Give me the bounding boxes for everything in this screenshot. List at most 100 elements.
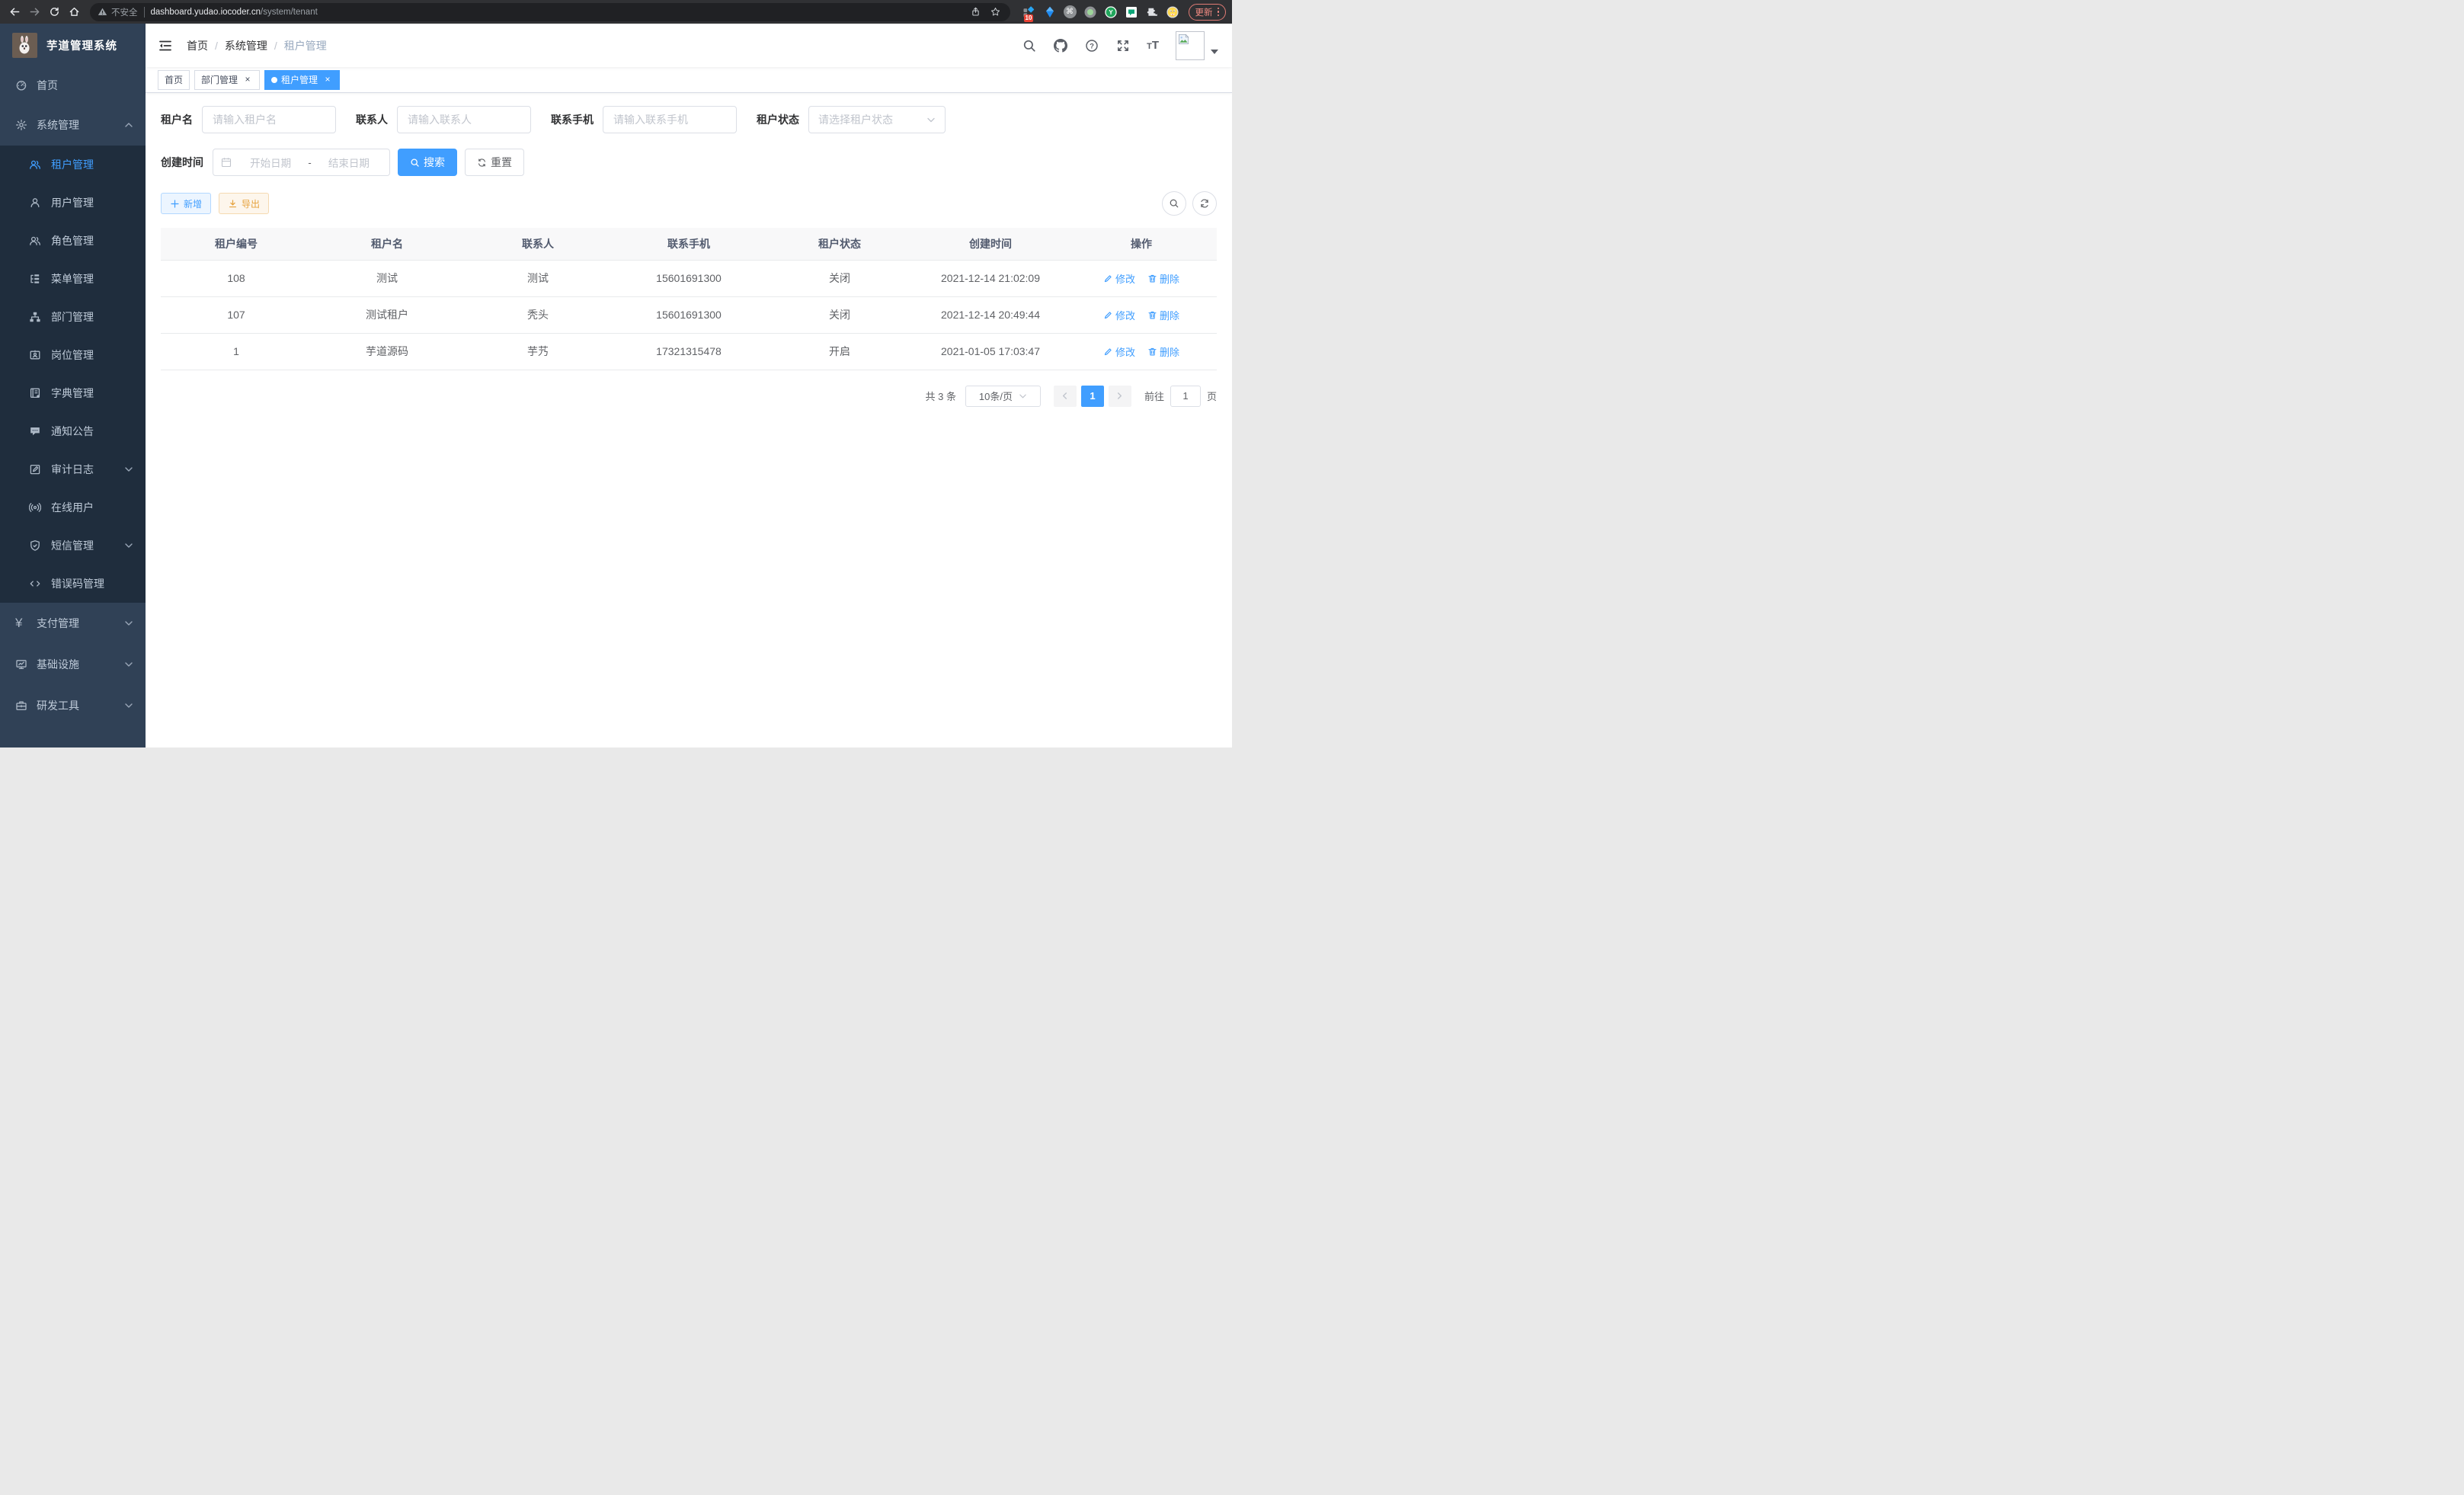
col-tenant-id: 租户编号 — [161, 228, 312, 260]
topbar: 首页 / 系统管理 / 租户管理 ? TT — [146, 24, 1232, 67]
browser-menu-icon[interactable] — [1218, 8, 1220, 17]
col-contact: 联系人 — [462, 228, 613, 260]
end-date-placeholder: 结束日期 — [316, 155, 382, 170]
close-icon[interactable]: × — [242, 75, 253, 85]
sidebar-group-infrastructure[interactable]: 基础设施 — [0, 644, 146, 685]
back-icon[interactable] — [6, 4, 23, 21]
y-extension-icon[interactable]: Y — [1104, 5, 1118, 19]
address-bar[interactable]: 不安全 dashboard.yudao.iocoder.cn /system/t… — [90, 3, 1010, 21]
forward-icon[interactable] — [26, 4, 43, 21]
sidebar: 芋道管理系统 首页 系统管理 租户管理 用户管理 — [0, 24, 146, 748]
help-icon[interactable]: ? — [1084, 38, 1099, 53]
kite-extension-icon[interactable] — [1043, 5, 1057, 19]
delete-link[interactable]: 删除 — [1147, 344, 1179, 359]
sidebar-item-dept-management[interactable]: 部门管理 — [0, 298, 146, 336]
page-number-current[interactable]: 1 — [1081, 386, 1104, 407]
page-size-select[interactable]: 10条/页 — [965, 386, 1041, 407]
sidebar-item-user-management[interactable]: 用户管理 — [0, 184, 146, 222]
date-range-picker[interactable]: 开始日期 - 结束日期 — [213, 149, 390, 176]
goto-page: 前往 页 — [1144, 386, 1217, 407]
sidebar-item-error-code-management[interactable]: 错误码管理 — [0, 565, 146, 603]
reset-button[interactable]: 重置 — [465, 149, 524, 176]
add-button-label: 新增 — [184, 197, 202, 210]
tab-tenant[interactable]: 租户管理 × — [264, 70, 340, 90]
export-button[interactable]: 导出 — [219, 193, 269, 214]
cell-tenant-id: 1 — [161, 333, 312, 370]
extension-pinned-icon[interactable]: 10 — [1022, 5, 1036, 19]
mobile-input[interactable] — [603, 106, 737, 133]
header-search-icon[interactable] — [1022, 38, 1036, 53]
screen: 不安全 dashboard.yudao.iocoder.cn /system/t… — [0, 0, 1232, 748]
close-icon[interactable]: × — [322, 75, 333, 85]
user-avatar-menu[interactable] — [1176, 31, 1218, 60]
show-search-toggle-button[interactable] — [1162, 191, 1186, 216]
message-icon — [29, 425, 41, 437]
edit-link[interactable]: 修改 — [1103, 271, 1135, 286]
tab-dept[interactable]: 部门管理 × — [194, 70, 260, 90]
share-icon[interactable] — [969, 5, 983, 19]
sidebar-item-menu-management[interactable]: 菜单管理 — [0, 260, 146, 298]
chat-extension-icon[interactable] — [1125, 5, 1138, 19]
fullscreen-icon[interactable] — [1115, 38, 1130, 53]
tenant-table: 租户编号 租户名 联系人 联系手机 租户状态 创建时间 操作 108 测试 — [161, 228, 1217, 370]
delete-link[interactable]: 删除 — [1147, 271, 1179, 286]
font-size-icon[interactable]: TT — [1147, 39, 1159, 52]
sidebar-item-role-management[interactable]: 角色管理 — [0, 222, 146, 260]
sidebar-item-dict-management[interactable]: 字典管理 — [0, 374, 146, 412]
bookmark-star-icon[interactable] — [989, 5, 1003, 19]
home-icon[interactable] — [66, 4, 82, 21]
dot-extension-icon[interactable] — [1083, 5, 1097, 19]
pagination: 共 3 条 10条/页 1 前往 页 — [161, 386, 1217, 407]
tab-home[interactable]: 首页 — [158, 70, 190, 90]
cell-created: 2021-12-14 20:49:44 — [915, 296, 1066, 333]
breadcrumb-section[interactable]: 系统管理 — [225, 38, 267, 53]
add-button[interactable]: 新增 — [161, 193, 211, 214]
extension-badge: 10 — [1024, 14, 1034, 22]
sidebar-fold-icon[interactable] — [158, 38, 173, 53]
sidebar-group-label: 基础设施 — [37, 657, 124, 672]
cell-actions: 修改删除 — [1066, 333, 1217, 370]
sidebar-item-label: 租户管理 — [51, 157, 133, 172]
status-select[interactable]: 请选择租户状态 — [808, 106, 946, 133]
not-secure-icon[interactable] — [98, 7, 107, 17]
export-button-label: 导出 — [242, 197, 260, 210]
sidebar-group-system[interactable]: 系统管理 — [0, 104, 146, 146]
col-mobile: 联系手机 — [613, 228, 764, 260]
sidebar-item-sms-management[interactable]: 短信管理 — [0, 527, 146, 565]
sidebar-group-payment[interactable]: ¥ 支付管理 — [0, 603, 146, 644]
contact-label: 联系人 — [356, 112, 388, 127]
refresh-table-button[interactable] — [1192, 191, 1217, 216]
sidebar-item-home[interactable]: 首页 — [0, 66, 146, 104]
search-button[interactable]: 搜索 — [398, 149, 457, 176]
sidebar-item-notice-management[interactable]: 通知公告 — [0, 412, 146, 450]
goto-page-input[interactable] — [1170, 386, 1201, 407]
create-time-label: 创建时间 — [161, 155, 203, 170]
next-page-button[interactable] — [1109, 386, 1131, 407]
chrome-update-button[interactable]: 更新 — [1189, 4, 1227, 21]
tenants-icon — [29, 158, 41, 171]
sidebar-group-dev-tools[interactable]: 研发工具 — [0, 685, 146, 726]
contact-input[interactable] — [397, 106, 531, 133]
sidebar-item-label: 首页 — [37, 78, 133, 93]
puzzle-extension-icon[interactable] — [1145, 5, 1159, 19]
sidebar-item-online-users[interactable]: 在线用户 — [0, 488, 146, 527]
app-logo[interactable]: 芋道管理系统 — [0, 24, 146, 66]
command-extension-icon[interactable]: ⌘ — [1064, 5, 1077, 18]
user-icon — [29, 197, 41, 209]
edit-icon — [1103, 310, 1113, 320]
edit-link[interactable]: 修改 — [1103, 308, 1135, 322]
reload-icon[interactable] — [46, 4, 62, 21]
github-icon[interactable] — [1053, 38, 1067, 53]
sidebar-item-tenant-management[interactable]: 租户管理 — [0, 146, 146, 184]
sidebar-item-post-management[interactable]: 岗位管理 — [0, 336, 146, 374]
delete-link[interactable]: 删除 — [1147, 308, 1179, 322]
tenant-name-input[interactable] — [202, 106, 336, 133]
prev-page-button[interactable] — [1054, 386, 1077, 407]
breadcrumb-home[interactable]: 首页 — [187, 38, 208, 53]
chevron-down-icon — [124, 541, 133, 550]
edit-link[interactable]: 修改 — [1103, 344, 1135, 359]
sidebar-item-audit-log[interactable]: 审计日志 — [0, 450, 146, 488]
sidebar-item-label: 角色管理 — [51, 233, 133, 248]
emoji-extension-icon[interactable] — [1166, 5, 1179, 19]
main-area: 首页 / 系统管理 / 租户管理 ? TT — [146, 24, 1232, 748]
